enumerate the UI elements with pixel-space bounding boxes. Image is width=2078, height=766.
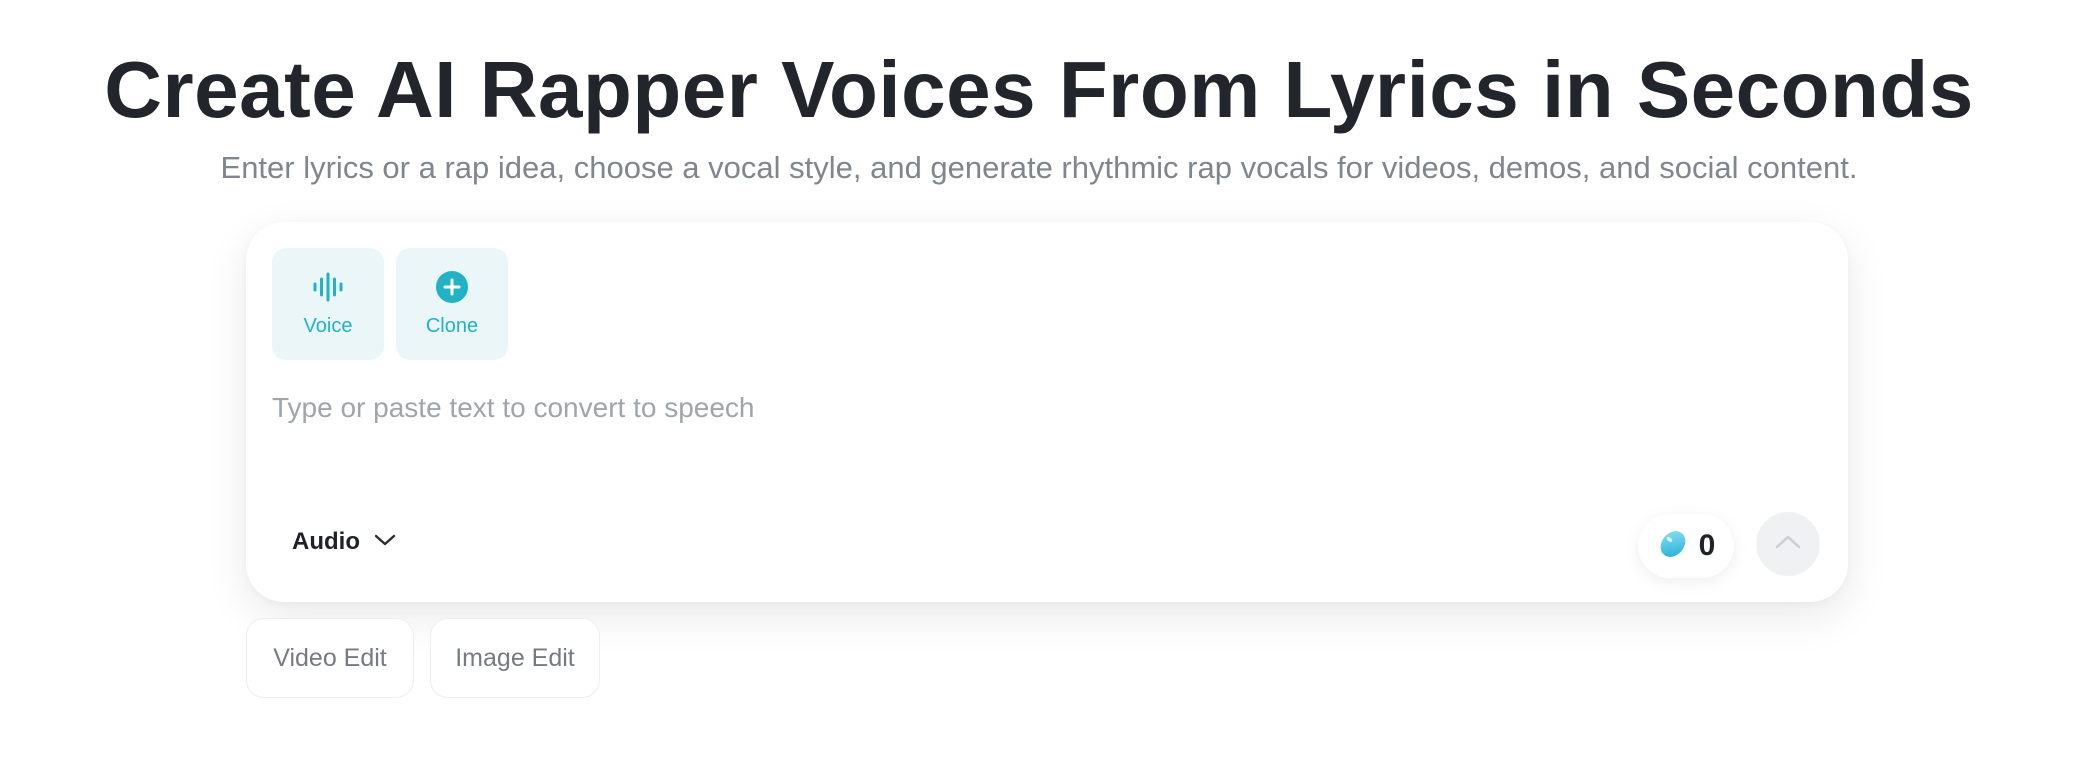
credits-count: 0 bbox=[1698, 529, 1716, 562]
chevron-down-icon bbox=[374, 533, 396, 552]
text-input[interactable] bbox=[272, 390, 1812, 500]
clone-mode-label: Clone bbox=[425, 315, 479, 337]
arrow-up-icon bbox=[1775, 534, 1801, 555]
plus-circle-icon bbox=[435, 270, 469, 304]
send-button[interactable] bbox=[1756, 512, 1820, 576]
credits-badge: 0 bbox=[1638, 514, 1734, 578]
output-type-dropdown[interactable]: Audio bbox=[292, 522, 396, 562]
bean-icon bbox=[1657, 528, 1689, 565]
page-subtitle: Enter lyrics or a rap idea, choose a voc… bbox=[220, 150, 1858, 185]
clone-mode-button[interactable]: Clone bbox=[396, 248, 508, 360]
voice-mode-button[interactable]: Voice bbox=[272, 248, 384, 360]
tts-composer: Voice Clone Audio bbox=[246, 222, 1848, 602]
video-edit-button[interactable]: Video Edit bbox=[246, 618, 414, 698]
output-type-label: Audio bbox=[292, 528, 360, 555]
waveform-icon bbox=[311, 270, 345, 304]
voice-mode-label: Voice bbox=[303, 315, 353, 337]
page-title: Create AI Rapper Voices From Lyrics in S… bbox=[104, 45, 1974, 134]
image-edit-button[interactable]: Image Edit bbox=[430, 618, 600, 698]
